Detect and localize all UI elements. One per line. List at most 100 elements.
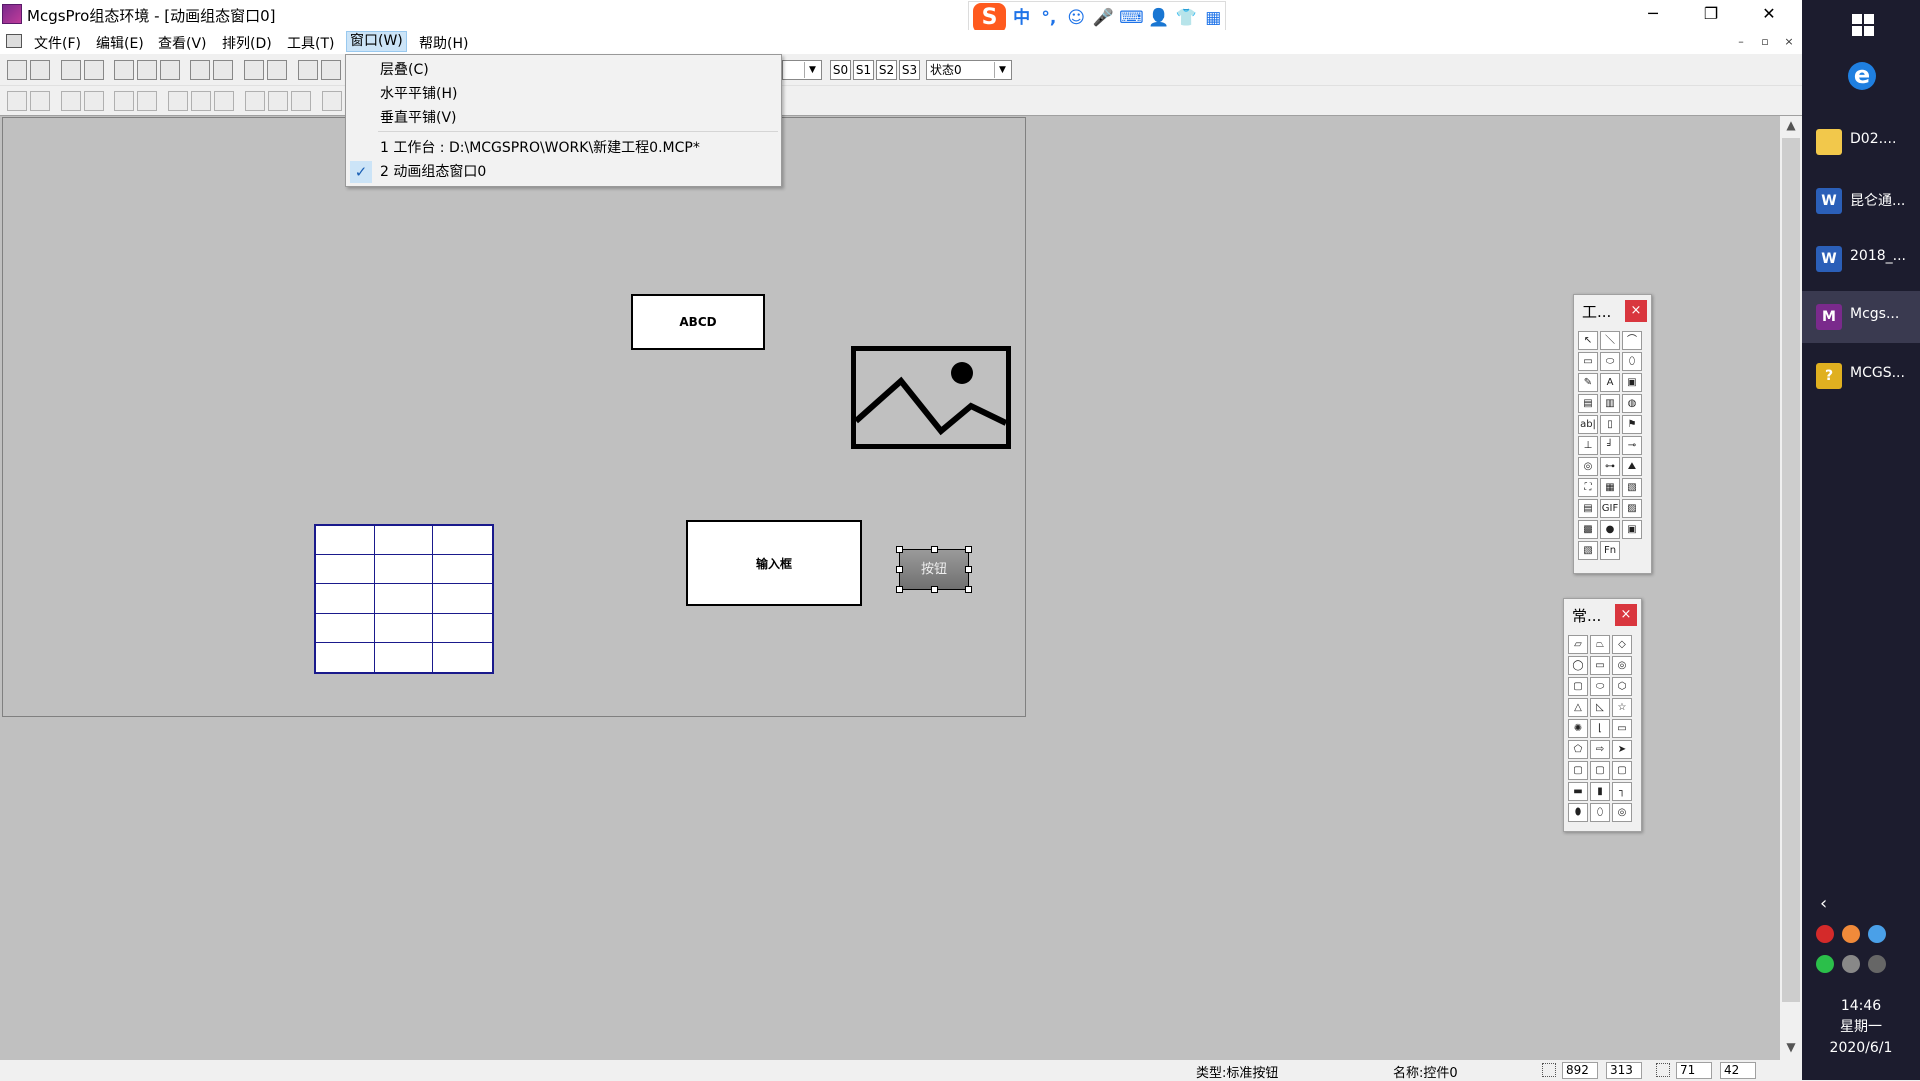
common-shape-tool-1-icon[interactable]: ⏢ bbox=[1590, 635, 1610, 654]
toolbox-tool-2-icon[interactable]: ⌒ bbox=[1622, 331, 1642, 350]
toolbox-tool-17-icon[interactable]: ⊸ bbox=[1622, 436, 1642, 455]
resize-handle[interactable] bbox=[965, 546, 972, 553]
paste-icon[interactable] bbox=[160, 60, 180, 80]
toolbox-tool-12-icon[interactable]: ab| bbox=[1578, 415, 1598, 434]
common-shape-tool-25-icon[interactable]: ⬯ bbox=[1590, 803, 1610, 822]
resize-handle[interactable] bbox=[931, 586, 938, 593]
minimize-button[interactable]: ─ bbox=[1625, 0, 1681, 30]
taskbar-app-word-2[interactable]: W 2018_... bbox=[1802, 233, 1920, 285]
toolbox-tool-15-icon[interactable]: ⊥ bbox=[1578, 436, 1598, 455]
state-s3-button[interactable]: S3 bbox=[899, 60, 920, 80]
volume-icon[interactable] bbox=[1868, 955, 1886, 973]
mdi-restore-button[interactable]: ▫ bbox=[1756, 34, 1774, 50]
toolbar-combo-left[interactable]: ▼ bbox=[782, 60, 822, 80]
state-s2-button[interactable]: S2 bbox=[876, 60, 897, 80]
menu-item-tile-vertical[interactable]: 垂直平铺(V) bbox=[346, 107, 781, 130]
common-shape-tool-6-icon[interactable]: ▢ bbox=[1568, 677, 1588, 696]
menu-edit[interactable]: 编辑(E) bbox=[93, 33, 147, 53]
common-shape-tool-5-icon[interactable]: ◎ bbox=[1612, 656, 1632, 675]
toolbox-palette[interactable]: 工... × ↖ ＼ ⌒ ▭ ⬭ ⬯ ✎ A ▣ ▤ ▥ ◍ ab| ▯ ⚑ ⊥ ╛ ⊸ ◎ ⊶ ⛰ ⛶ ▦ ▧ ▤ GIF ▨ ▩ ●… bbox=[1573, 294, 1652, 574]
ime-toolbox-icon[interactable]: ▦ bbox=[1202, 6, 1225, 30]
scroll-up-icon[interactable]: ▲ bbox=[1780, 118, 1802, 138]
align-bottom-icon[interactable] bbox=[84, 91, 104, 111]
toolbox-tool-8-icon[interactable]: ▣ bbox=[1622, 373, 1642, 392]
common-shapes-palette[interactable]: 常... × ▱ ⏢ ◇ ◯ ▭ ◎ ▢ ⬭ ⬡ △ ◺ ☆ ✺ ⌊ ▭ ⬠ ⇨ ➤ ▢ ▢ ▢ ▬ ▮ ┐ ⬮ ⬯ ◎ bbox=[1563, 598, 1642, 832]
align-left-icon[interactable] bbox=[7, 91, 27, 111]
close-button[interactable]: ✕ bbox=[1741, 0, 1797, 30]
common-shape-tool-11-icon[interactable]: ☆ bbox=[1612, 698, 1632, 717]
space-vertical-icon[interactable] bbox=[268, 91, 288, 111]
start-button-icon[interactable] bbox=[1852, 14, 1874, 36]
undo-icon[interactable] bbox=[190, 60, 210, 80]
resize-handle[interactable] bbox=[965, 586, 972, 593]
common-shape-tool-17-icon[interactable]: ➤ bbox=[1612, 740, 1632, 759]
ime-chinese-mode-icon[interactable]: 中 bbox=[1010, 6, 1033, 30]
sogou-logo-icon[interactable]: S bbox=[973, 3, 1006, 33]
battery-icon[interactable] bbox=[1842, 955, 1860, 973]
script-icon[interactable] bbox=[298, 60, 318, 80]
menu-item-window-animation[interactable]: ✓ 2 动画组态窗口0 bbox=[346, 161, 781, 184]
mdi-close-button[interactable]: × bbox=[1780, 34, 1798, 50]
toolbox-tool-14-icon[interactable]: ⚑ bbox=[1622, 415, 1642, 434]
copy-icon[interactable] bbox=[137, 60, 157, 80]
taskbar-app-mcgs-help[interactable]: ? MCGS... bbox=[1802, 350, 1920, 402]
same-height-icon[interactable] bbox=[191, 91, 211, 111]
common-shape-tool-7-icon[interactable]: ⬭ bbox=[1590, 677, 1610, 696]
state-s1-button[interactable]: S1 bbox=[853, 60, 874, 80]
ime-skin-icon[interactable]: 👕 bbox=[1174, 6, 1197, 30]
mdi-minimize-button[interactable]: – bbox=[1732, 34, 1750, 50]
toolbox-tool-5-icon[interactable]: ⬯ bbox=[1622, 352, 1642, 371]
resize-handle[interactable] bbox=[965, 566, 972, 573]
common-shape-tool-15-icon[interactable]: ⬠ bbox=[1568, 740, 1588, 759]
common-shape-tool-0-icon[interactable]: ▱ bbox=[1568, 635, 1588, 654]
redo-icon[interactable] bbox=[213, 60, 233, 80]
wechat-icon[interactable] bbox=[1816, 955, 1834, 973]
taskbar-app-mcgs[interactable]: M Mcgs... bbox=[1802, 291, 1920, 343]
app-icon[interactable] bbox=[2, 4, 22, 24]
resize-handle[interactable] bbox=[896, 586, 903, 593]
tray-expand-chevron-icon[interactable]: ‹ bbox=[1820, 893, 1827, 914]
toolbox-tool-0-icon[interactable]: ↖ bbox=[1578, 331, 1598, 350]
mdi-system-menu-icon[interactable] bbox=[6, 34, 22, 48]
cut-icon[interactable] bbox=[114, 60, 134, 80]
rotate-icon[interactable] bbox=[322, 91, 342, 111]
common-shape-tool-22-icon[interactable]: ▮ bbox=[1590, 782, 1610, 801]
taskbar-app-word-1[interactable]: W 昆仑通... bbox=[1802, 175, 1920, 227]
align-right-icon[interactable] bbox=[30, 91, 50, 111]
toolbox-tool-30-icon[interactable]: ▧ bbox=[1578, 541, 1598, 560]
common-shape-tool-8-icon[interactable]: ⬡ bbox=[1612, 677, 1632, 696]
toolbox-tool-9-icon[interactable]: ▤ bbox=[1578, 394, 1598, 413]
toolbox-tool-4-icon[interactable]: ⬭ bbox=[1600, 352, 1620, 371]
common-shape-tool-14-icon[interactable]: ▭ bbox=[1612, 719, 1632, 738]
scroll-down-icon[interactable]: ▼ bbox=[1780, 1040, 1802, 1060]
menu-file[interactable]: 文件(F) bbox=[31, 33, 84, 53]
menu-item-window-workbench[interactable]: 1 工作台 : D:\MCGSPRO\WORK\新建工程0.MCP* bbox=[346, 137, 781, 160]
common-shape-tool-9-icon[interactable]: △ bbox=[1568, 698, 1588, 717]
resize-handle[interactable] bbox=[931, 546, 938, 553]
edge-browser-icon[interactable]: e bbox=[1848, 62, 1876, 90]
toolbox-tool-24-icon[interactable]: ▤ bbox=[1578, 499, 1598, 518]
common-shape-tool-2-icon[interactable]: ◇ bbox=[1612, 635, 1632, 654]
common-shape-tool-23-icon[interactable]: ┐ bbox=[1612, 782, 1632, 801]
label-object[interactable]: ABCD bbox=[631, 294, 765, 350]
toolbox-tool-20-icon[interactable]: ⛰ bbox=[1622, 457, 1642, 476]
menu-view[interactable]: 查看(V) bbox=[155, 33, 210, 53]
print-icon[interactable] bbox=[61, 60, 81, 80]
space-equal-icon[interactable] bbox=[291, 91, 311, 111]
ime-user-icon[interactable]: 👤 bbox=[1147, 6, 1170, 30]
standard-button-object[interactable]: 按钮 bbox=[896, 546, 972, 593]
input-box-object[interactable]: 输入框 bbox=[686, 520, 862, 606]
ime-emoji-icon[interactable]: ☺ bbox=[1065, 6, 1088, 30]
tray-app-icon[interactable] bbox=[1868, 925, 1886, 943]
print-preview-icon[interactable] bbox=[84, 60, 104, 80]
save-icon[interactable] bbox=[30, 60, 50, 80]
tool-props-icon[interactable] bbox=[244, 60, 264, 80]
image-object[interactable] bbox=[851, 346, 1011, 449]
restore-button[interactable]: ❐ bbox=[1683, 0, 1739, 30]
tray-app-icon[interactable] bbox=[1842, 925, 1860, 943]
toolbox-tool-22-icon[interactable]: ▦ bbox=[1600, 478, 1620, 497]
common-shape-tool-18-icon[interactable]: ▢ bbox=[1568, 761, 1588, 780]
common-shape-tool-24-icon[interactable]: ⬮ bbox=[1568, 803, 1588, 822]
menu-item-tile-horizontal[interactable]: 水平平铺(H) bbox=[346, 83, 781, 106]
show-desktop-button[interactable] bbox=[1802, 1060, 1920, 1080]
